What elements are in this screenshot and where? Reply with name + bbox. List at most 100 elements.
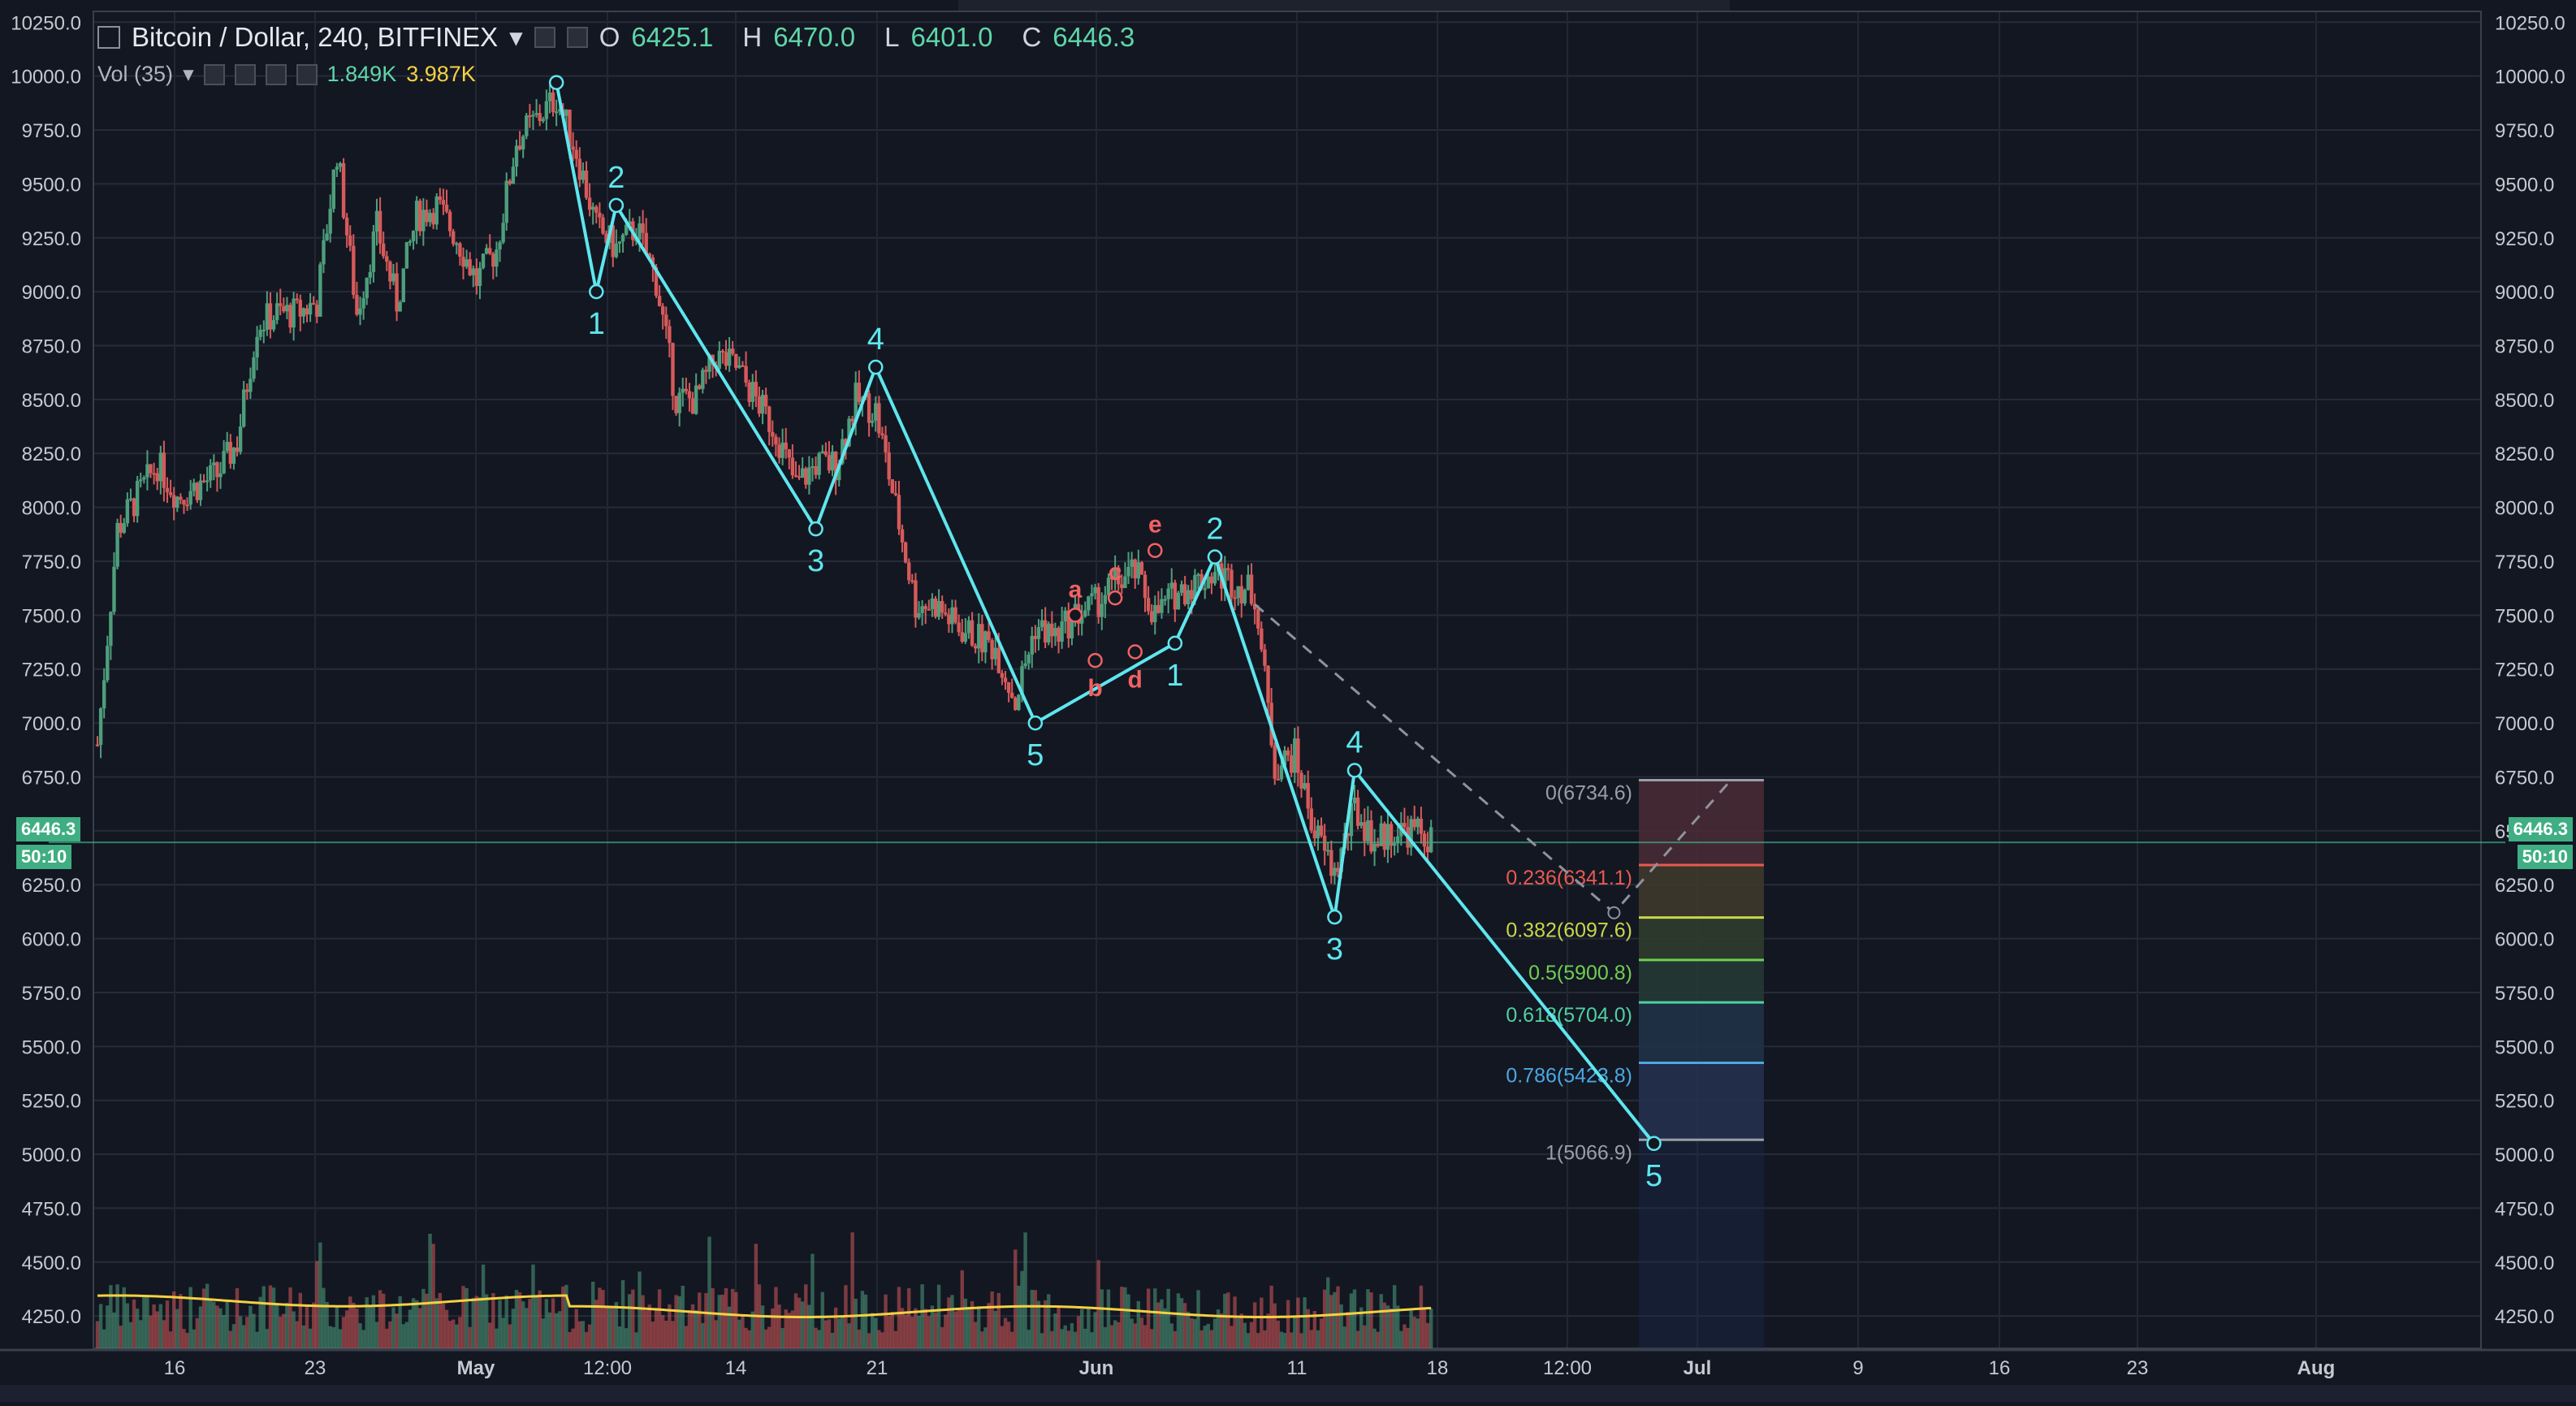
candle-body[interactable] bbox=[132, 498, 136, 517]
candle-body[interactable] bbox=[694, 385, 698, 414]
candle-body[interactable] bbox=[990, 640, 994, 660]
candle-body[interactable] bbox=[1376, 843, 1380, 846]
candle-body[interactable] bbox=[993, 647, 997, 660]
candle-body[interactable] bbox=[1160, 599, 1164, 613]
candle-body[interactable] bbox=[1190, 590, 1194, 599]
candle-body[interactable] bbox=[279, 303, 283, 306]
candle-body[interactable] bbox=[249, 379, 253, 392]
candle-body[interactable] bbox=[1355, 797, 1360, 826]
candle-body[interactable] bbox=[674, 396, 678, 413]
candle-body[interactable] bbox=[1316, 825, 1320, 839]
candle-body[interactable] bbox=[171, 495, 176, 508]
candle-body[interactable] bbox=[996, 647, 1001, 673]
candle-body[interactable] bbox=[920, 606, 924, 613]
candle-body[interactable] bbox=[1336, 867, 1340, 872]
dropdown-icon[interactable]: ▾ bbox=[509, 21, 523, 53]
candle-body[interactable] bbox=[534, 113, 538, 115]
candle-body[interactable] bbox=[804, 468, 808, 485]
candle-body[interactable] bbox=[1196, 573, 1200, 576]
candle-body[interactable] bbox=[444, 204, 449, 212]
candle-body[interactable] bbox=[531, 115, 535, 117]
candle-body[interactable] bbox=[315, 305, 319, 317]
candle-body[interactable] bbox=[800, 468, 805, 478]
candle-body[interactable] bbox=[1009, 692, 1014, 699]
candle-body[interactable] bbox=[983, 631, 988, 653]
candle-body[interactable] bbox=[175, 496, 179, 508]
candle-body[interactable] bbox=[893, 493, 898, 495]
correction-point[interactable] bbox=[1148, 543, 1163, 558]
candle-body[interactable] bbox=[1153, 604, 1157, 622]
candle-body[interactable] bbox=[757, 396, 762, 414]
candle-body[interactable] bbox=[571, 146, 575, 150]
candle-body[interactable] bbox=[1182, 584, 1187, 604]
candle-body[interactable] bbox=[1130, 559, 1134, 567]
candle-body[interactable] bbox=[458, 243, 462, 257]
candle-body[interactable] bbox=[820, 451, 824, 454]
candle-body[interactable] bbox=[980, 624, 984, 653]
candle-body[interactable] bbox=[231, 447, 236, 464]
candle-body[interactable] bbox=[790, 457, 795, 476]
candle-body[interactable] bbox=[564, 110, 568, 116]
candle-body[interactable] bbox=[1312, 830, 1317, 839]
plus-icon[interactable] bbox=[265, 63, 287, 85]
candle-body[interactable] bbox=[1093, 586, 1097, 594]
candle-body[interactable] bbox=[977, 624, 981, 649]
candle-body[interactable] bbox=[235, 447, 240, 452]
candle-body[interactable] bbox=[295, 298, 299, 301]
settings-icon[interactable] bbox=[534, 26, 555, 48]
candle-body[interactable] bbox=[544, 101, 549, 119]
candle-body[interactable] bbox=[425, 210, 429, 223]
candle-body[interactable] bbox=[1030, 635, 1034, 655]
candle-body[interactable] bbox=[528, 115, 532, 118]
candle-body[interactable] bbox=[554, 111, 559, 114]
candle-body[interactable] bbox=[408, 240, 413, 243]
candle-body[interactable] bbox=[581, 171, 586, 180]
candle-body[interactable] bbox=[730, 348, 735, 354]
drawing-toolbar[interactable] bbox=[958, 0, 1730, 11]
candle-body[interactable] bbox=[421, 210, 426, 231]
wave-point[interactable] bbox=[1327, 909, 1342, 925]
candle-body[interactable] bbox=[282, 305, 286, 312]
candle-body[interactable] bbox=[1382, 823, 1387, 850]
candle-body[interactable] bbox=[491, 253, 495, 267]
candle-body[interactable] bbox=[149, 464, 153, 474]
candle-body[interactable] bbox=[1096, 586, 1100, 617]
candle-body[interactable] bbox=[947, 614, 951, 625]
candle-body[interactable] bbox=[890, 479, 894, 494]
candle-body[interactable] bbox=[734, 353, 738, 368]
candle-body[interactable] bbox=[547, 92, 552, 102]
candle-body[interactable] bbox=[907, 562, 911, 581]
candle-body[interactable] bbox=[1293, 738, 1297, 773]
candle-body[interactable] bbox=[395, 273, 399, 312]
candle-body[interactable] bbox=[1233, 597, 1237, 599]
candle-body[interactable] bbox=[222, 451, 226, 474]
candle-body[interactable] bbox=[368, 271, 373, 278]
candle-body[interactable] bbox=[767, 406, 772, 432]
candle-body[interactable] bbox=[817, 453, 821, 475]
candle-body[interactable] bbox=[418, 201, 422, 231]
candle-body[interactable] bbox=[195, 482, 200, 500]
candle-body[interactable] bbox=[787, 449, 792, 458]
candle-body[interactable] bbox=[358, 308, 362, 315]
candle-body[interactable] bbox=[737, 365, 741, 368]
candle-body[interactable] bbox=[717, 350, 722, 369]
candle-body[interactable] bbox=[434, 196, 439, 225]
candle-body[interactable] bbox=[1385, 824, 1390, 850]
candle-body[interactable] bbox=[1239, 586, 1243, 603]
candle-body[interactable] bbox=[727, 348, 732, 366]
candle-body[interactable] bbox=[1186, 590, 1191, 604]
candle-body[interactable] bbox=[574, 149, 578, 159]
candle-body[interactable] bbox=[940, 600, 944, 613]
candle-body[interactable] bbox=[1176, 592, 1181, 610]
candle-body[interactable] bbox=[385, 256, 389, 262]
candle-body[interactable] bbox=[371, 231, 376, 272]
volume-label[interactable]: Vol (35) bbox=[97, 62, 173, 87]
candle-body[interactable] bbox=[1276, 778, 1281, 781]
candle-body[interactable] bbox=[763, 395, 768, 407]
candle-body[interactable] bbox=[827, 455, 832, 471]
candle-body[interactable] bbox=[335, 167, 339, 170]
candle-body[interactable] bbox=[960, 632, 964, 642]
candle-body[interactable] bbox=[1236, 586, 1240, 599]
candle-body[interactable] bbox=[1246, 574, 1251, 591]
candle-body[interactable] bbox=[867, 393, 871, 423]
